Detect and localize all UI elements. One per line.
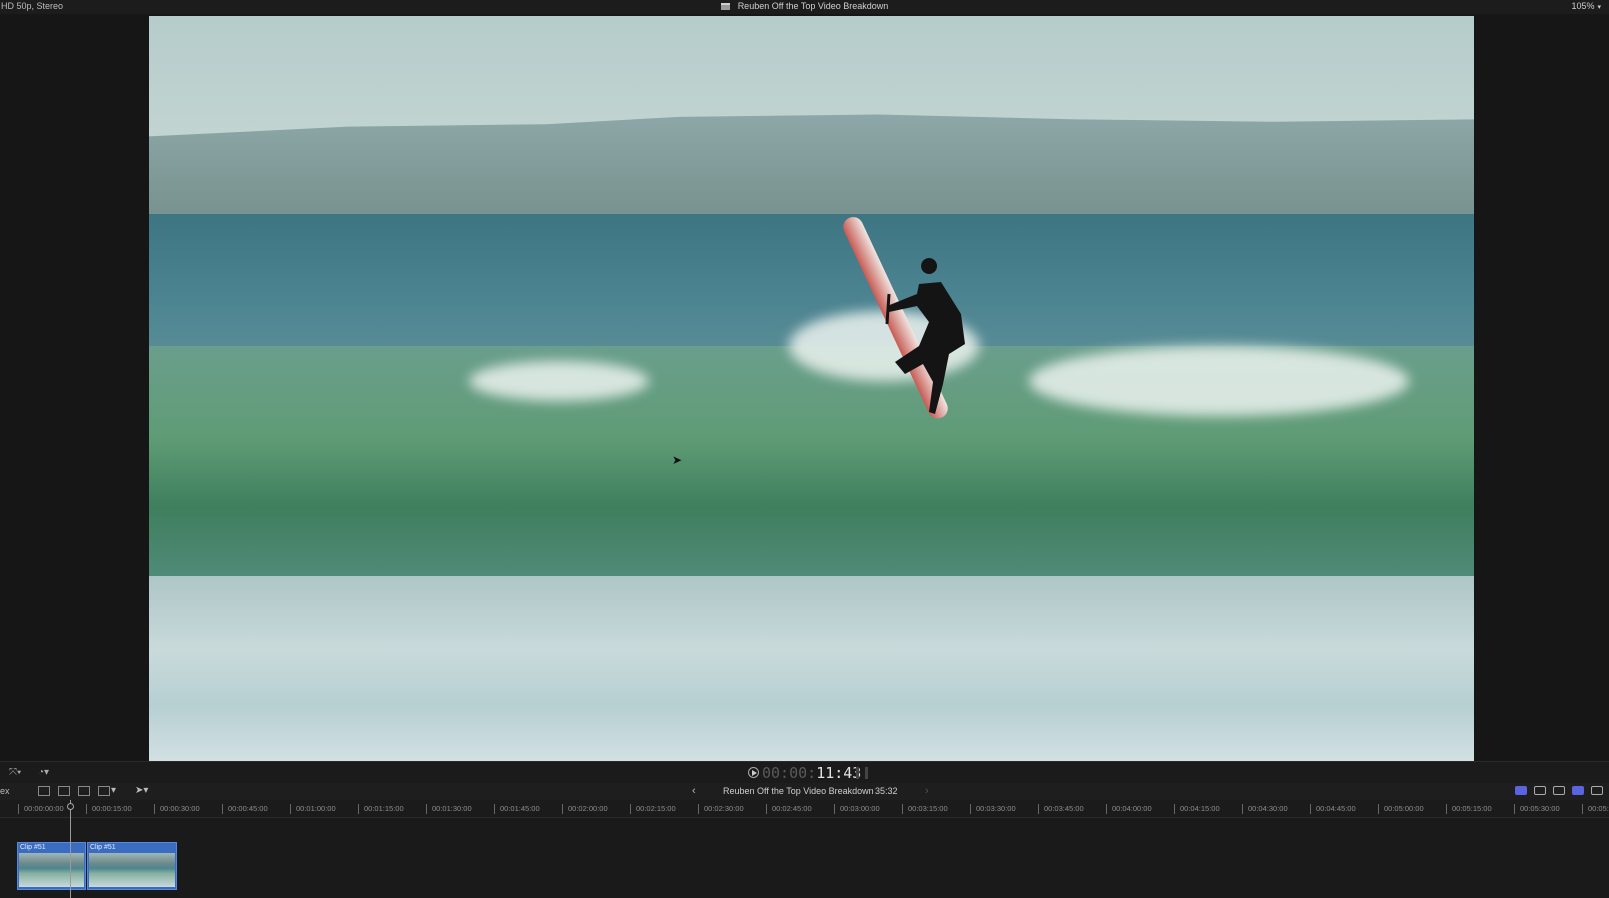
timecode-display[interactable]: 00:00:11:43 — [748, 764, 861, 782]
timeline-clip[interactable]: Clip #51 — [17, 842, 86, 890]
ruler-tick: 00:01:30:00 — [426, 804, 472, 814]
ruler-tick: 00:00:00:00 — [18, 804, 64, 814]
ruler-tick: 00:03:00:00 — [834, 804, 880, 814]
transform-tool-menu[interactable]: ⤧▾ — [9, 767, 21, 778]
index-button[interactable]: ex — [0, 786, 10, 796]
ruler-tick: 00:02:15:00 — [630, 804, 676, 814]
ruler-tick: 00:03:45:00 — [1038, 804, 1084, 814]
timeline[interactable]: Clip #51 Clip #51 — [0, 818, 1609, 898]
clapper-icon — [720, 3, 730, 10]
ruler-tick: 00:02:45:00 — [766, 804, 812, 814]
ruler-tick: 00:03:30:00 — [970, 804, 1016, 814]
audio-meter-icon — [865, 767, 868, 779]
chevron-down-icon: ▾ — [1597, 4, 1601, 11]
ruler-tick: 00:00:15:00 — [86, 804, 132, 814]
headphones-icon[interactable] — [1553, 786, 1565, 795]
insert-clip-icon[interactable] — [58, 786, 70, 796]
append-clip-icon[interactable] — [78, 786, 90, 796]
chevron-down-icon[interactable]: ▾ — [111, 785, 116, 796]
skimming-icon[interactable] — [1515, 786, 1527, 795]
zoom-value: 105% — [1571, 1, 1595, 11]
wave-crest — [1029, 346, 1409, 416]
viewer-title: Reuben Off the Top Video Breakdown — [737, 1, 889, 11]
ruler-tick: 00:04:15:00 — [1174, 804, 1220, 814]
ruler-tick: 00:01:45:00 — [494, 804, 540, 814]
ruler-tick: 00:04:00:00 — [1106, 804, 1152, 814]
mouse-cursor-icon: ➤ — [672, 453, 683, 467]
timeline-right-controls — [1515, 786, 1603, 795]
clip-label: Clip #51 — [90, 844, 116, 851]
ruler-tick: 00:04:30:00 — [1242, 804, 1288, 814]
audio-skimming-icon[interactable] — [1534, 786, 1546, 795]
video-foam — [149, 576, 1474, 761]
timecode-dim: 00:00: — [762, 764, 817, 782]
clip-thumbnail — [89, 853, 175, 887]
timeline-toolbar: ex ▾ ➤▾ ‹ Reuben Off the Top Video Break… — [0, 783, 1609, 800]
ruler-tick: 00:02:30:00 — [698, 804, 744, 814]
ruler-tick: 00:05:00:00 — [1378, 804, 1424, 814]
project-title: Reuben Off the Top Video Breakdown — [723, 786, 874, 796]
play-icon[interactable] — [748, 767, 759, 778]
surfer — [885, 258, 965, 414]
ruler-tick: 00:01:15:00 — [358, 804, 404, 814]
video-frame[interactable]: ➤ — [149, 16, 1474, 761]
viewer-title-bar: Reuben Off the Top Video Breakdown — [0, 1, 1609, 11]
timecode-value: 11:43 — [816, 764, 862, 782]
history-forward-icon[interactable]: › — [925, 785, 929, 797]
ruler-tick: 00:03:15:00 — [902, 804, 948, 814]
playhead-handle[interactable] — [67, 803, 74, 810]
timeline-ruler[interactable]: 00:00:00:00 00:00:15:00 00:00:30:00 00:0… — [0, 800, 1609, 818]
history-back-icon[interactable]: ‹ — [692, 785, 696, 797]
project-duration: 35:32 — [875, 786, 898, 796]
ruler-tick: 00:00:30:00 — [154, 804, 200, 814]
ruler-tick: 00:05:4 — [1582, 804, 1609, 814]
speed-tool-menu[interactable]: ◔▾ — [38, 767, 49, 778]
viewer: ➤ — [0, 14, 1609, 761]
timecode-bar: ⤧▾ ◔▾ 00:00:11:43 — [0, 761, 1609, 783]
ruler-tick: 00:02:00:00 — [562, 804, 608, 814]
playhead[interactable] — [70, 800, 71, 898]
ruler-tick: 00:05:30:00 — [1514, 804, 1560, 814]
viewer-header: HD 50p, Stereo Reuben Off the Top Video … — [0, 0, 1609, 14]
ruler-tick: 00:00:45:00 — [222, 804, 268, 814]
timeline-clip[interactable]: Clip #51 — [87, 842, 177, 890]
clip-thumbnail — [19, 853, 84, 887]
ruler-tick: 00:05:15:00 — [1446, 804, 1492, 814]
clip-label: Clip #51 — [20, 844, 46, 851]
snapping-icon[interactable] — [1572, 786, 1584, 795]
zoom-menu[interactable]: 105% ▾ — [1571, 1, 1601, 11]
overwrite-clip-icon[interactable] — [98, 786, 110, 796]
ruler-tick: 00:01:00:00 — [290, 804, 336, 814]
clip-appearance-icon[interactable] — [1591, 786, 1603, 795]
audio-meter-icon — [856, 767, 859, 779]
ruler-tick: 00:04:45:00 — [1310, 804, 1356, 814]
wave-crest — [469, 361, 649, 401]
select-tool-icon[interactable]: ➤▾ — [135, 785, 148, 796]
connect-clip-icon[interactable] — [38, 786, 50, 796]
